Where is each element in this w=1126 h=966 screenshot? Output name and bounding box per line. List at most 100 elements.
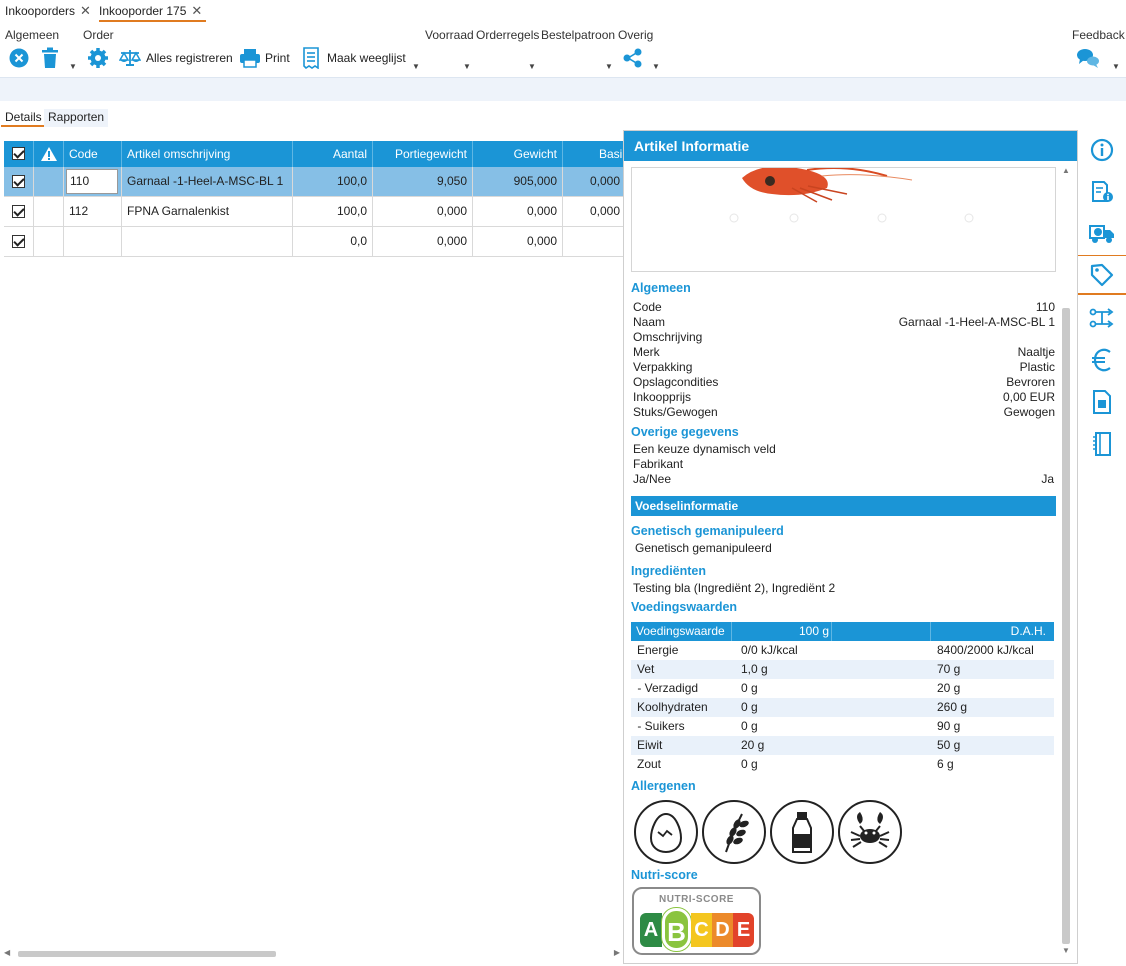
tab-details[interactable]: Details (1, 109, 46, 127)
scroll-left-arrow[interactable]: ◀ (4, 948, 10, 957)
cell-portiegewicht[interactable]: 9,050 (373, 167, 473, 196)
cell-gewicht[interactable]: 0,000 (473, 197, 563, 226)
header-code[interactable]: Code (64, 141, 122, 167)
ribbon-bottom-bar (0, 77, 1126, 101)
table-row[interactable]: 110 Garnaal -1-Heel-A-MSC-BL 1 100,0 9,0… (4, 167, 624, 197)
group-label-order: Order (83, 28, 114, 42)
select-all-checkbox[interactable] (12, 147, 25, 160)
close-icon[interactable]: ✕ (80, 2, 91, 20)
info-row: Inkoopprijs 0,00 EUR (633, 390, 1055, 404)
cell-code[interactable]: 112 (64, 197, 122, 226)
overig-dropdown[interactable]: ▼ (652, 62, 660, 71)
gluten-icon (702, 800, 766, 864)
alles-registreren-button[interactable]: Alles registreren (119, 45, 233, 71)
cell-aantal[interactable]: 100,0 (293, 167, 373, 196)
side-icon-rail (1078, 130, 1126, 470)
row-checkbox[interactable] (12, 175, 25, 188)
rail-notebook-button[interactable] (1078, 424, 1126, 464)
receipt-icon (303, 47, 319, 69)
cancel-button[interactable] (9, 45, 29, 71)
orderregels-dropdown[interactable]: ▼ (528, 62, 536, 71)
settings-button[interactable] (87, 45, 109, 71)
cell-basis[interactable] (563, 227, 624, 256)
cell-aantal[interactable]: 0,0 (293, 227, 373, 256)
document-info-icon (1092, 181, 1113, 202)
tab-rapporten[interactable]: Rapporten (44, 109, 109, 127)
feedback-button[interactable] (1076, 45, 1100, 71)
header-artikel-omschrijving[interactable]: Artikel omschrijving (122, 141, 293, 167)
info-row: Naam Garnaal -1-Heel-A-MSC-BL 1 (633, 315, 1055, 329)
rail-tag-button[interactable] (1078, 255, 1126, 295)
table-row[interactable]: 0,0 0,000 0,000 (4, 227, 624, 257)
voedselinformatie-bar: Voedselinformatie (631, 496, 1056, 516)
algemeen-dropdown[interactable]: ▼ (69, 62, 77, 71)
group-label-orderregels[interactable]: Orderregels (476, 28, 539, 42)
horizontal-scrollbar[interactable]: ◀ ▶ (4, 948, 620, 960)
scroll-right-arrow[interactable]: ▶ (614, 948, 620, 957)
section-overige-gegevens: Overige gegevens (631, 425, 739, 439)
cell-basis[interactable]: 0,000 (563, 167, 624, 196)
section-algemeen: Algemeen (631, 281, 691, 295)
cell-portiegewicht[interactable]: 0,000 (373, 227, 473, 256)
feedback-dropdown[interactable]: ▼ (1112, 62, 1120, 71)
cell-omschrijving[interactable]: Garnaal -1-Heel-A-MSC-BL 1 (122, 167, 293, 196)
rail-flow-button[interactable] (1078, 298, 1126, 338)
doc-tab-label: Inkooporders (5, 4, 76, 18)
cell-basis[interactable]: 0,000 (563, 197, 624, 226)
cell-omschrijving[interactable] (122, 227, 293, 256)
section-allergenen: Allergenen (631, 779, 696, 793)
nutrition-row: Koolhydraten 0 g 260 g (631, 698, 1054, 717)
cell-code[interactable] (64, 227, 122, 256)
scroll-up-arrow[interactable]: ▲ (1062, 166, 1070, 175)
doc-tab-inkooporders[interactable]: Inkooporders ✕ (5, 2, 91, 22)
group-label-overig[interactable]: Overig (618, 28, 653, 42)
header-select-all[interactable] (4, 141, 34, 167)
cell-gewicht[interactable]: 905,000 (473, 167, 563, 196)
order-dropdown[interactable]: ▼ (412, 62, 420, 71)
nutri-letter-b-selected: B (662, 908, 691, 951)
voorraad-dropdown[interactable]: ▼ (463, 62, 471, 71)
group-label-algemeen: Algemeen (5, 28, 60, 42)
rail-price-button[interactable] (1078, 340, 1126, 380)
ingredienten-value: Testing bla (Ingrediënt 2), Ingrediënt 2 (633, 581, 836, 595)
chat-bubbles-icon (1077, 49, 1099, 68)
doc-tab-inkooporder-175[interactable]: Inkooporder 175 ✕ (99, 2, 207, 22)
cell-gewicht[interactable]: 0,000 (473, 227, 563, 256)
maak-weeglijst-button[interactable]: Maak weeglijst (303, 45, 406, 71)
cell-portiegewicht[interactable]: 0,000 (373, 197, 473, 226)
group-label-bestelpatroon[interactable]: Bestelpatroon (541, 28, 615, 42)
close-icon[interactable]: ✕ (191, 2, 202, 20)
code-cell-editor[interactable]: 110 (66, 169, 118, 194)
header-portiegewicht[interactable]: Portiegewicht (373, 141, 473, 167)
grid-header: Code Artikel omschrijving Aantal Portieg… (4, 141, 624, 167)
header-basis[interactable]: Basi (563, 141, 624, 167)
rail-delivery-button[interactable] (1078, 214, 1126, 254)
table-row[interactable]: 112 FPNA Garnalenkist 100,0 0,000 0,000 … (4, 197, 624, 227)
scroll-down-arrow[interactable]: ▼ (1062, 946, 1070, 955)
rail-document-info-button[interactable] (1078, 172, 1126, 212)
nutri-letter-d: D (712, 913, 733, 947)
delete-button[interactable] (41, 45, 59, 71)
section-ingredienten: Ingrediënten (631, 564, 707, 578)
overig-share-button[interactable] (623, 45, 643, 71)
rail-info-button[interactable] (1078, 130, 1126, 170)
tag-icon (1090, 263, 1114, 286)
nutrition-header: Voedingswaarde 100 g D.A.H. (631, 622, 1054, 641)
info-row: Merk Naaltje (633, 345, 1055, 359)
row-checkbox[interactable] (12, 205, 25, 218)
cancel-circle-icon (9, 48, 29, 68)
cell-aantal[interactable]: 100,0 (293, 197, 373, 226)
cell-omschrijving[interactable]: FPNA Garnalenkist (122, 197, 293, 226)
warning-icon (41, 147, 57, 161)
header-aantal[interactable]: Aantal (293, 141, 373, 167)
scroll-thumb[interactable] (1062, 308, 1070, 944)
panel-vertical-scrollbar[interactable]: ▲ ▼ (1060, 160, 1072, 958)
print-button[interactable]: Print (239, 45, 290, 71)
rail-document-button[interactable] (1078, 382, 1126, 422)
scroll-thumb[interactable] (18, 951, 276, 957)
print-label: Print (265, 51, 290, 65)
header-gewicht[interactable]: Gewicht (473, 141, 563, 167)
bestelpatroon-dropdown[interactable]: ▼ (605, 62, 613, 71)
group-label-voorraad[interactable]: Voorraad (425, 28, 474, 42)
row-checkbox[interactable] (12, 235, 25, 248)
